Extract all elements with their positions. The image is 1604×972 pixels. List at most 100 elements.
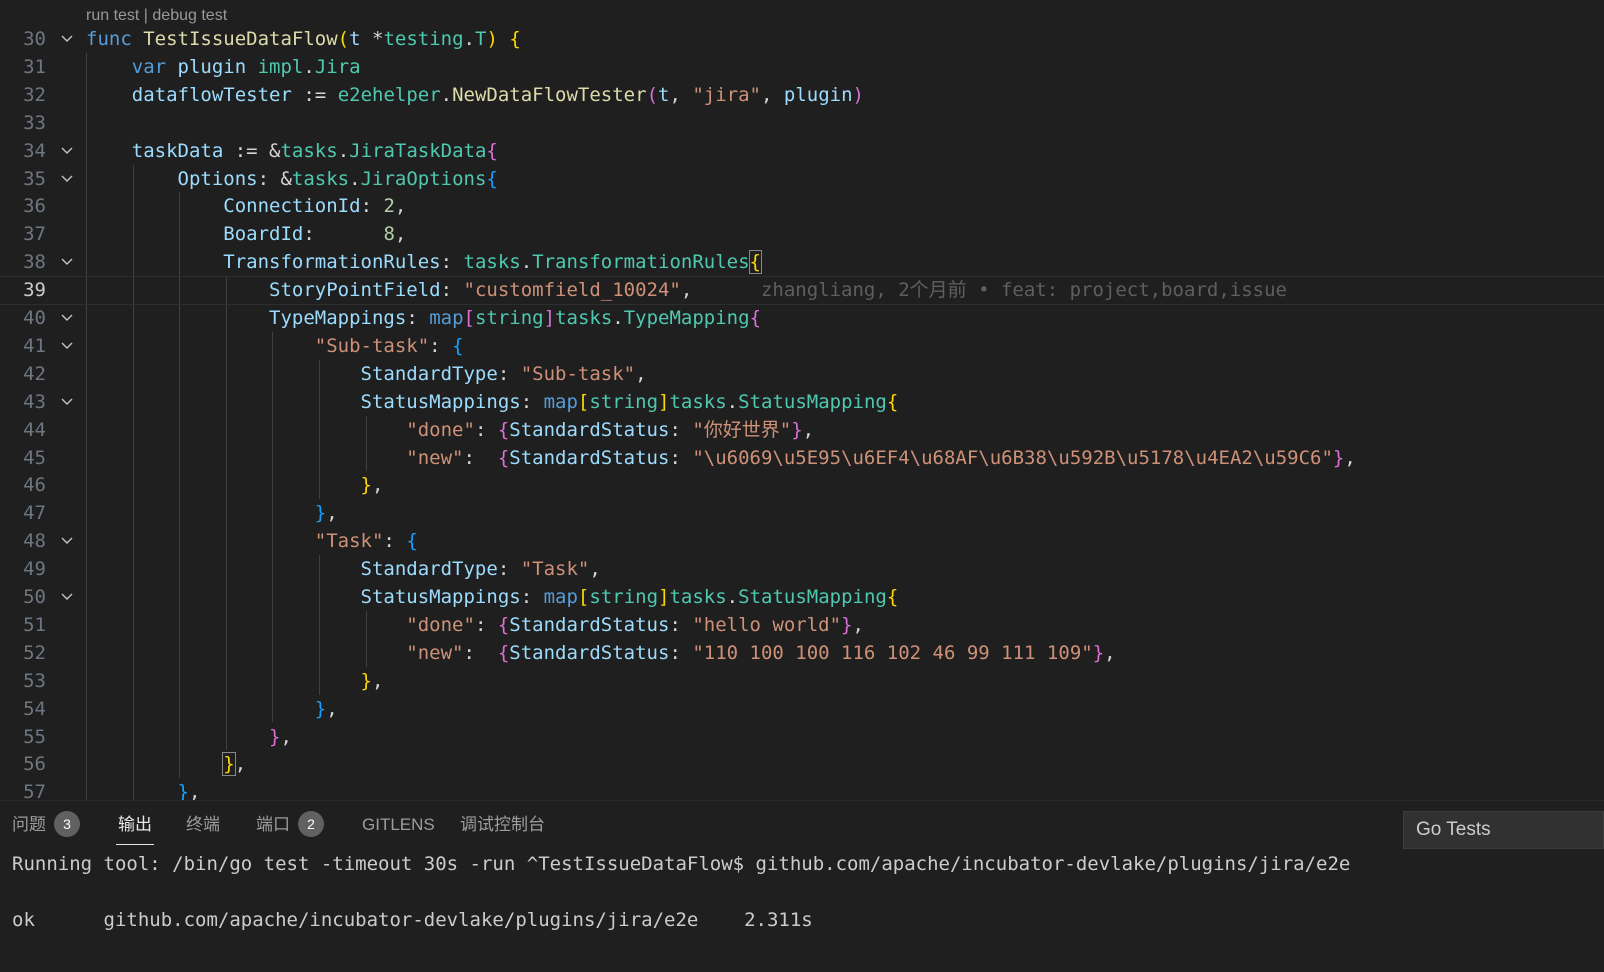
line-number[interactable]: 36 <box>0 192 46 221</box>
line-number[interactable]: 35 <box>0 165 46 194</box>
code-text[interactable]: TransformationRules: tasks.Transformatio… <box>86 248 763 277</box>
panel-tab[interactable]: 终端 <box>186 801 220 849</box>
line-number[interactable]: 39 <box>0 276 46 305</box>
code-text[interactable]: }, <box>86 723 292 752</box>
line-number[interactable]: 44 <box>0 416 46 445</box>
panel-tab[interactable]: 调试控制台 <box>460 801 545 849</box>
code-line[interactable]: 52 "new": {StandardStatus: "110 100 100 … <box>0 639 1604 668</box>
line-number[interactable]: 54 <box>0 695 46 724</box>
fold-chevron-icon[interactable] <box>58 332 76 361</box>
line-number[interactable]: 30 <box>0 25 46 54</box>
panel-tab[interactable]: GITLENS <box>362 801 435 849</box>
code-line[interactable]: 49 StandardType: "Task", <box>0 555 1604 584</box>
code-line[interactable]: 36 ConnectionId: 2, <box>0 192 1604 221</box>
fold-chevron-icon[interactable] <box>58 248 76 277</box>
debug-test-link[interactable]: debug test <box>152 7 227 24</box>
line-number[interactable]: 43 <box>0 388 46 417</box>
code-text[interactable]: "Task": { <box>86 527 418 556</box>
code-line[interactable]: 50 StatusMappings: map[string]tasks.Stat… <box>0 583 1604 612</box>
code-text[interactable]: "new": {StandardStatus: "\u6069\u5E95\u6… <box>86 444 1356 473</box>
code-text[interactable]: StatusMappings: map[string]tasks.StatusM… <box>86 388 899 417</box>
line-number[interactable]: 42 <box>0 360 46 389</box>
line-number[interactable]: 40 <box>0 304 46 333</box>
line-number[interactable]: 32 <box>0 81 46 110</box>
code-line[interactable]: 45 "new": {StandardStatus: "\u6069\u5E95… <box>0 444 1604 473</box>
code-text[interactable]: }, <box>86 499 338 528</box>
fold-chevron-icon[interactable] <box>58 25 76 54</box>
code-text[interactable]: TypeMappings: map[string]tasks.TypeMappi… <box>86 304 761 333</box>
code-line[interactable]: 44 "done": {StandardStatus: "你好世界"}, <box>0 416 1604 445</box>
code-token: t <box>349 28 373 50</box>
code-text[interactable]: "new": {StandardStatus: "110 100 100 116… <box>86 639 1115 668</box>
code-text[interactable]: StandardType: "Task", <box>86 555 601 584</box>
code-editor[interactable]: run test | debug test 30 func TestIssueDa… <box>0 0 1604 818</box>
fold-chevron-icon[interactable] <box>58 388 76 417</box>
code-text[interactable]: StandardType: "Sub-task", <box>86 360 647 389</box>
code-line[interactable]: 38 TransformationRules: tasks.Transforma… <box>0 248 1604 277</box>
output-channel-select[interactable]: Go Tests <box>1403 811 1604 849</box>
code-text[interactable]: "Sub-task": { <box>86 332 464 361</box>
code-line[interactable]: 40 TypeMappings: map[string]tasks.TypeMa… <box>0 304 1604 333</box>
fold-chevron-icon[interactable] <box>58 137 76 166</box>
code-line[interactable]: 30 func TestIssueDataFlow(t *testing.T) { <box>0 25 1604 54</box>
code-text[interactable]: "done": {StandardStatus: "hello world"}, <box>86 611 864 640</box>
code-text[interactable]: StatusMappings: map[string]tasks.StatusM… <box>86 583 899 612</box>
code-text[interactable]: "done": {StandardStatus: "你好世界"}, <box>86 416 814 445</box>
line-number[interactable]: 53 <box>0 667 46 696</box>
panel-tab[interactable]: 端口 2 <box>256 801 324 849</box>
code-text[interactable]: ConnectionId: 2, <box>86 192 406 221</box>
line-number[interactable]: 45 <box>0 444 46 473</box>
code-text[interactable]: Options: &tasks.JiraOptions{ <box>86 165 498 194</box>
code-line[interactable]: 53 }, <box>0 667 1604 696</box>
line-number[interactable]: 50 <box>0 583 46 612</box>
line-number[interactable]: 33 <box>0 109 46 138</box>
fold-chevron-icon[interactable] <box>58 527 76 556</box>
code-text[interactable]: var plugin impl.Jira <box>86 53 361 82</box>
code-line[interactable]: 43 StatusMappings: map[string]tasks.Stat… <box>0 388 1604 417</box>
code-line[interactable]: 41 "Sub-task": { <box>0 332 1604 361</box>
line-number[interactable]: 34 <box>0 137 46 166</box>
line-number[interactable]: 41 <box>0 332 46 361</box>
code-line[interactable]: 35 Options: &tasks.JiraOptions{ <box>0 165 1604 194</box>
line-number[interactable]: 56 <box>0 750 46 779</box>
line-number[interactable]: 49 <box>0 555 46 584</box>
line-number[interactable]: 47 <box>0 499 46 528</box>
fold-chevron-icon[interactable] <box>58 165 76 194</box>
code-line[interactable]: 39 StoryPointField: "customfield_10024",… <box>0 276 1604 305</box>
line-number[interactable]: 52 <box>0 639 46 668</box>
line-number[interactable]: 31 <box>0 53 46 82</box>
line-number[interactable]: 55 <box>0 723 46 752</box>
line-number[interactable]: 38 <box>0 248 46 277</box>
code-text[interactable]: }, <box>86 695 338 724</box>
code-line[interactable]: 33 <box>0 109 1604 138</box>
line-number[interactable]: 48 <box>0 527 46 556</box>
code-line[interactable]: 56 }, <box>0 750 1604 779</box>
code-text[interactable]: func TestIssueDataFlow(t *testing.T) { <box>86 25 521 54</box>
code-line[interactable]: 32 dataflowTester := e2ehelper.NewDataFl… <box>0 81 1604 110</box>
code-text[interactable]: }, <box>86 667 384 696</box>
code-line[interactable]: 34 taskData := &tasks.JiraTaskData{ <box>0 137 1604 166</box>
code-line[interactable]: 42 StandardType: "Sub-task", <box>0 360 1604 389</box>
panel-tab[interactable]: 问题 3 <box>12 801 80 849</box>
panel-tab[interactable]: 输出 <box>116 801 154 849</box>
code-line[interactable]: 31 var plugin impl.Jira <box>0 53 1604 82</box>
code-line[interactable]: 48 "Task": { <box>0 527 1604 556</box>
line-number[interactable]: 51 <box>0 611 46 640</box>
line-number[interactable]: 37 <box>0 220 46 249</box>
code-text[interactable]: taskData := &tasks.JiraTaskData{ <box>86 137 498 166</box>
code-line[interactable]: 51 "done": {StandardStatus: "hello world… <box>0 611 1604 640</box>
code-line[interactable]: 55 }, <box>0 723 1604 752</box>
code-text[interactable]: StoryPointField: "customfield_10024", zh… <box>86 276 1287 305</box>
code-line[interactable]: 47 }, <box>0 499 1604 528</box>
fold-chevron-icon[interactable] <box>58 583 76 612</box>
code-line[interactable]: 46 }, <box>0 471 1604 500</box>
fold-chevron-icon[interactable] <box>58 304 76 333</box>
code-text[interactable]: }, <box>86 471 384 500</box>
code-text[interactable]: dataflowTester := e2ehelper.NewDataFlowT… <box>86 81 864 110</box>
code-line[interactable]: 54 }, <box>0 695 1604 724</box>
run-test-link[interactable]: run test <box>86 7 139 24</box>
line-number[interactable]: 46 <box>0 471 46 500</box>
code-text[interactable]: }, <box>86 750 246 779</box>
code-text[interactable]: BoardId: 8, <box>86 220 406 249</box>
code-line[interactable]: 37 BoardId: 8, <box>0 220 1604 249</box>
